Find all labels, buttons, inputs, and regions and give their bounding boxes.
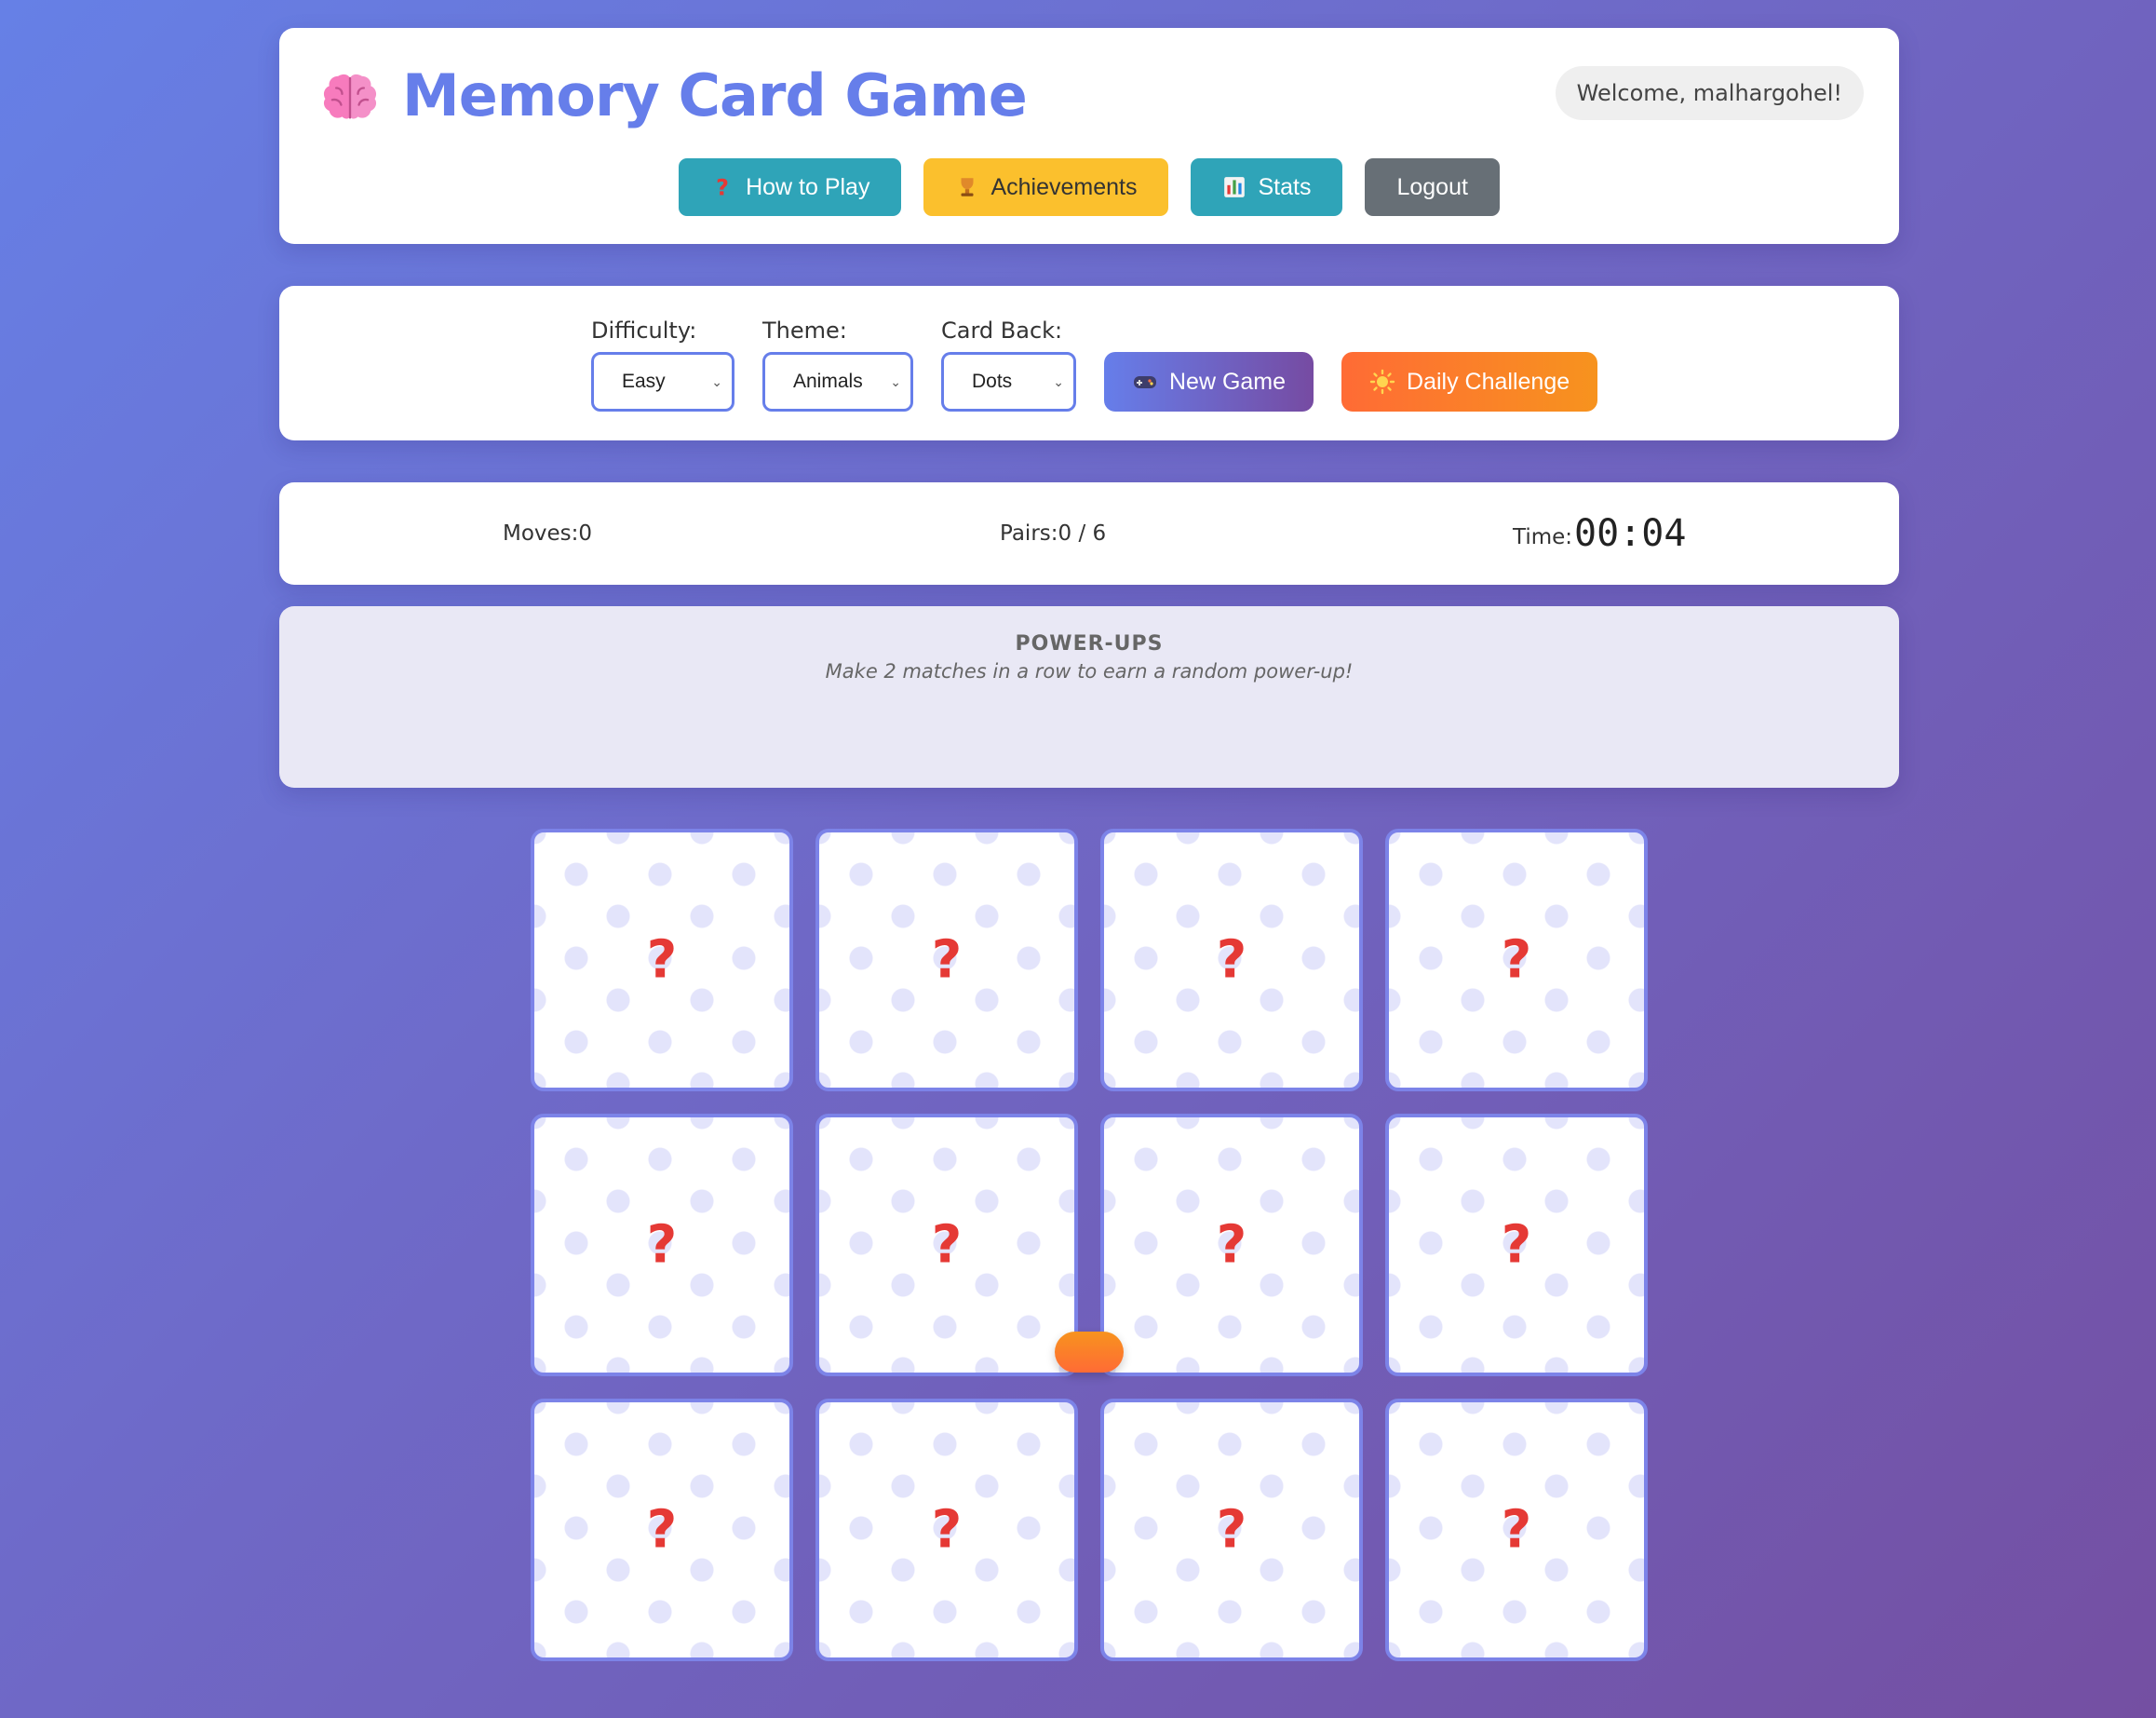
floating-handle[interactable] xyxy=(1055,1332,1124,1373)
card-back-value: Dots xyxy=(972,371,1013,392)
card-back-label: Card Back: xyxy=(941,318,1063,344)
sun-icon xyxy=(1369,369,1395,395)
memory-card[interactable]: ? xyxy=(531,1399,793,1661)
theme-value: Animals xyxy=(793,371,863,392)
logout-label: Logout xyxy=(1396,173,1468,200)
question-mark-icon: ? xyxy=(1216,929,1247,991)
chevron-down-icon: ⌄ xyxy=(890,373,901,389)
question-mark-icon: ? xyxy=(931,1499,963,1561)
question-mark-icon: ? xyxy=(646,1499,678,1561)
time-stat: Time: 00:04 xyxy=(1513,482,1686,585)
question-mark-icon: ? xyxy=(1501,1214,1532,1276)
question-mark-icon: ? xyxy=(646,929,678,991)
question-mark-icon: ? xyxy=(931,929,963,991)
chevron-down-icon: ⌄ xyxy=(711,373,722,389)
stats-label: Stats xyxy=(1258,173,1312,200)
memory-card[interactable]: ? xyxy=(815,1399,1078,1661)
memory-card[interactable]: ? xyxy=(815,829,1078,1091)
difficulty-value: Easy xyxy=(622,371,666,392)
memory-card[interactable]: ? xyxy=(1385,1399,1648,1661)
moves-label: Moves: xyxy=(503,521,579,546)
timer-value: 00:04 xyxy=(1574,512,1687,555)
pairs-value: 0 / 6 xyxy=(1058,521,1107,546)
powerups-title: POWER-UPS xyxy=(1015,632,1164,656)
pairs-stat: Pairs: 0 / 6 xyxy=(1000,482,1106,585)
brain-icon xyxy=(323,74,377,119)
memory-card[interactable]: ? xyxy=(1100,1114,1363,1376)
question-mark-icon: ? xyxy=(931,1214,963,1276)
difficulty-label: Difficulty: xyxy=(591,318,697,344)
how-to-play-button[interactable]: ? How to Play xyxy=(679,158,902,216)
bar-chart-icon xyxy=(1224,177,1246,197)
theme-select[interactable]: Animals ⌄ xyxy=(762,352,913,412)
new-game-button[interactable]: New Game xyxy=(1104,352,1314,412)
question-mark-icon: ? xyxy=(1216,1214,1247,1276)
gamepad-icon xyxy=(1134,376,1156,388)
header-nav: ? How to Play Achievements Stats Logout xyxy=(279,158,1899,216)
how-to-play-label: How to Play xyxy=(746,173,870,200)
question-icon: ? xyxy=(716,175,729,199)
trophy-icon xyxy=(961,178,974,196)
memory-card[interactable]: ? xyxy=(531,1114,793,1376)
card-back-field: Card Back: Dots ⌄ xyxy=(941,318,1076,412)
controls-panel: Difficulty: Easy ⌄ Theme: Animals ⌄ Card… xyxy=(279,286,1899,440)
logout-button[interactable]: Logout xyxy=(1365,158,1500,216)
question-mark-icon: ? xyxy=(1501,1499,1532,1561)
daily-challenge-label: Daily Challenge xyxy=(1407,368,1570,395)
stats-panel: Moves: 0 Pairs: 0 / 6 Time: 00:04 xyxy=(279,482,1899,585)
pairs-label: Pairs: xyxy=(1000,521,1058,546)
difficulty-select[interactable]: Easy ⌄ xyxy=(591,352,734,412)
theme-label: Theme: xyxy=(762,318,847,344)
moves-value: 0 xyxy=(578,521,593,546)
controls-row: Difficulty: Easy ⌄ Theme: Animals ⌄ Card… xyxy=(591,318,1598,412)
memory-card[interactable]: ? xyxy=(1100,829,1363,1091)
memory-card[interactable]: ? xyxy=(531,829,793,1091)
moves-stat: Moves: 0 xyxy=(503,482,592,585)
memory-card[interactable]: ? xyxy=(1385,829,1648,1091)
powerups-subtitle: Make 2 matches in a row to earn a random… xyxy=(825,660,1354,683)
chevron-down-icon: ⌄ xyxy=(1053,373,1064,389)
memory-card[interactable]: ? xyxy=(815,1114,1078,1376)
logo: Memory Card Game xyxy=(318,61,1028,129)
daily-challenge-button[interactable]: Daily Challenge xyxy=(1341,352,1598,412)
welcome-badge: Welcome, malhargohel! xyxy=(1555,66,1864,120)
question-mark-icon: ? xyxy=(646,1214,678,1276)
stats-button[interactable]: Stats xyxy=(1191,158,1343,216)
achievements-button[interactable]: Achievements xyxy=(923,158,1169,216)
card-back-select[interactable]: Dots ⌄ xyxy=(941,352,1076,412)
new-game-label: New Game xyxy=(1169,368,1287,395)
question-mark-icon: ? xyxy=(1501,929,1532,991)
achievements-label: Achievements xyxy=(990,173,1138,200)
difficulty-field: Difficulty: Easy ⌄ xyxy=(591,318,734,412)
page-title: Memory Card Game xyxy=(402,61,1028,129)
memory-card[interactable]: ? xyxy=(1385,1114,1648,1376)
time-label: Time: xyxy=(1513,525,1573,549)
powerups-panel: POWER-UPS Make 2 matches in a row to ear… xyxy=(279,606,1899,788)
svg-text:?: ? xyxy=(716,175,729,199)
card-board: ???????????? xyxy=(531,829,1648,1667)
header-panel: Memory Card Game Welcome, malhargohel! ?… xyxy=(279,28,1899,244)
theme-field: Theme: Animals ⌄ xyxy=(762,318,913,412)
question-mark-icon: ? xyxy=(1216,1499,1247,1561)
memory-card[interactable]: ? xyxy=(1100,1399,1363,1661)
